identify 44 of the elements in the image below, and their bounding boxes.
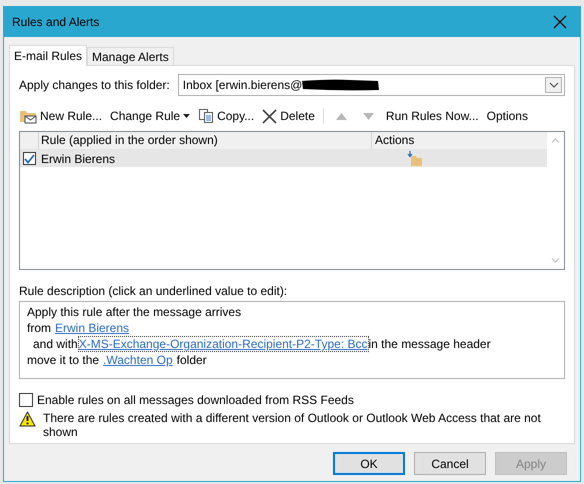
caret-icon: [183, 114, 190, 118]
warning-message: There are rules created with a different version of Outlook or Outlook Web Access that are not shown: [43, 411, 542, 439]
warning-icon: [19, 411, 36, 427]
description-text: in the message header: [368, 337, 491, 351]
column-header[interactable]: Rule (applied in the order shown): [39, 132, 372, 149]
triangle-down-icon: [362, 112, 374, 120]
description-text: from: [27, 321, 51, 335]
new-rule-button[interactable]: New Rule...: [19, 108, 102, 124]
folder-label: Apply changes to this folder:: [19, 78, 170, 92]
checkbox[interactable]: [23, 152, 36, 165]
description-text: folder: [176, 353, 207, 367]
change-rule-button[interactable]: Change Rule: [110, 109, 190, 123]
window-title: Rules and Alerts: [12, 15, 100, 29]
dialog-button[interactable]: OK: [333, 452, 405, 475]
value-link[interactable]: X-MS-Exchange-Organization-Recipient-P2-Type: Bcc: [78, 337, 368, 351]
description-text: Apply this rule after the message arrives: [27, 305, 242, 319]
checkbox-label: Enable rules on all messages downloaded from RSS Feeds: [37, 393, 354, 407]
triangle-up-icon: [336, 112, 347, 120]
checkbox[interactable]: [19, 393, 33, 407]
copy-icon: [198, 108, 214, 124]
tab[interactable]: E-mail Rules: [9, 45, 88, 66]
dropdown-button[interactable]: [545, 77, 562, 93]
folder-dropdown[interactable]: Inbox [erwin.bierens@: [178, 74, 565, 96]
delete-button[interactable]: Delete: [262, 108, 315, 124]
options-button[interactable]: Options: [486, 109, 528, 123]
scroll-up-icon[interactable]: [551, 138, 560, 143]
column-header[interactable]: Actions: [372, 132, 414, 149]
value-link[interactable]: .Wachten Op: [103, 353, 173, 367]
folder-envelope-icon: [19, 108, 37, 124]
rule-name: Erwin Bierens: [40, 152, 116, 166]
rule-row[interactable]: Erwin Bierens: [20, 150, 547, 167]
scroll-down-icon[interactable]: [551, 258, 560, 263]
delete-icon: [262, 108, 278, 124]
copy-button[interactable]: Copy...: [198, 108, 254, 124]
value-link[interactable]: Erwin Bierens: [55, 321, 130, 335]
move-to-folder-icon: [407, 150, 423, 166]
description-text: and with: [33, 337, 78, 351]
dialog-button[interactable]: Cancel: [414, 452, 486, 475]
tab[interactable]: Manage Alerts: [87, 47, 174, 65]
close-icon: [553, 15, 567, 29]
description-text: move it to the: [27, 353, 100, 367]
run-rules-button[interactable]: Run Rules Now...: [386, 109, 479, 123]
description-label: Rule description (click an underlined value to edit):: [19, 284, 288, 298]
chevron-down-icon: [548, 82, 558, 88]
